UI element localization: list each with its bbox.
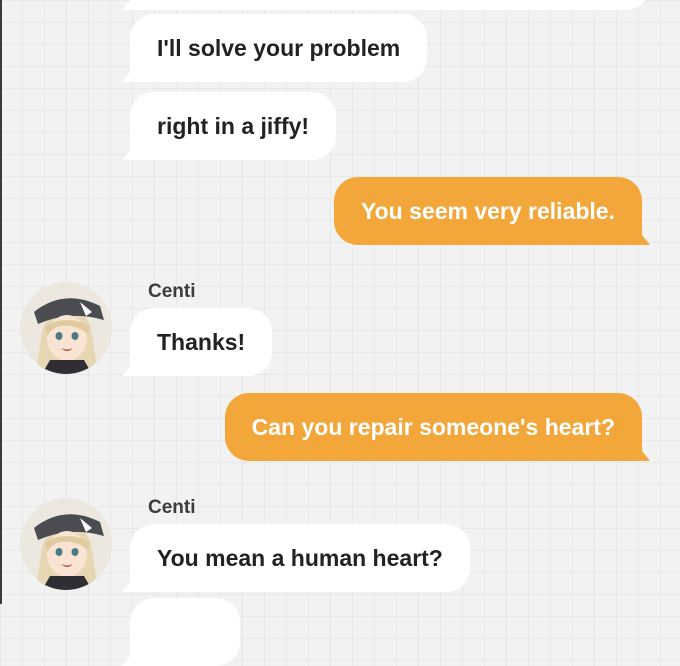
message-bubble-incoming: You mean a human heart? [122, 524, 470, 592]
message-text: right in a jiffy! [157, 112, 310, 139]
message-text: You mean a human heart? [157, 544, 443, 571]
message-text: Thanks! [157, 328, 246, 355]
message-bubble-incoming: Thanks! [121, 308, 273, 376]
window-left-border [0, 0, 2, 604]
message-text: I'll solve your problem [157, 34, 401, 61]
centi-avatar[interactable] [20, 498, 112, 590]
message-bubble-incoming: I'll solve your problem [121, 14, 428, 82]
message-bubble-incoming: right in a jiffy! [121, 92, 337, 160]
message-bubble-clipped-bottom [122, 598, 240, 666]
sender-name: Centi [148, 281, 196, 302]
centi-avatar[interactable] [20, 282, 112, 374]
message-text: You seem very reliable. [361, 197, 615, 224]
message-text: Can you repair someone's heart? [251, 413, 615, 440]
sender-name: Centi [148, 497, 196, 518]
message-bubble-outgoing: You seem very reliable. [334, 177, 650, 245]
message-bubble-outgoing: Can you repair someone's heart? [224, 393, 651, 461]
message-bubble-clipped-top [122, 0, 650, 10]
